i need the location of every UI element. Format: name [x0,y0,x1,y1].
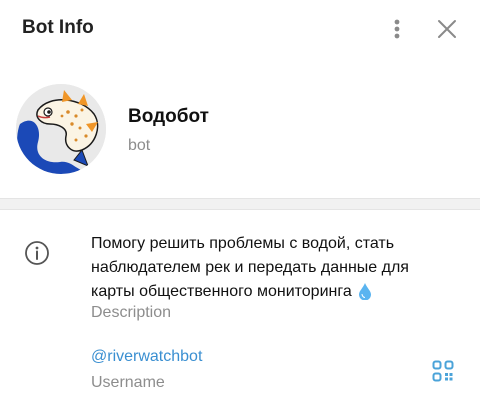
water-drop-icon [358,282,372,308]
more-vertical-icon [394,19,400,39]
section-divider [0,198,480,210]
panel-title: Bot Info [22,17,94,38]
qr-code-icon [432,360,454,382]
description-text: Помогу решить проблемы с водой, стать на… [91,232,451,308]
avatar[interactable] [16,84,106,174]
info-icon [24,240,50,266]
close-button[interactable] [434,16,460,42]
qr-code-button[interactable] [432,360,454,382]
fish-avatar-icon [16,84,106,174]
header: Bot Info [0,0,480,58]
more-button[interactable] [384,16,410,42]
bot-name: Водобот [128,106,209,127]
username-link[interactable]: @riverwatchbot [91,348,202,366]
username-label: Username [91,374,165,391]
close-icon [438,20,456,38]
bot-status: bot [128,137,151,154]
description-label: Description [91,304,172,321]
profile-section: Водобот bot [0,58,480,198]
